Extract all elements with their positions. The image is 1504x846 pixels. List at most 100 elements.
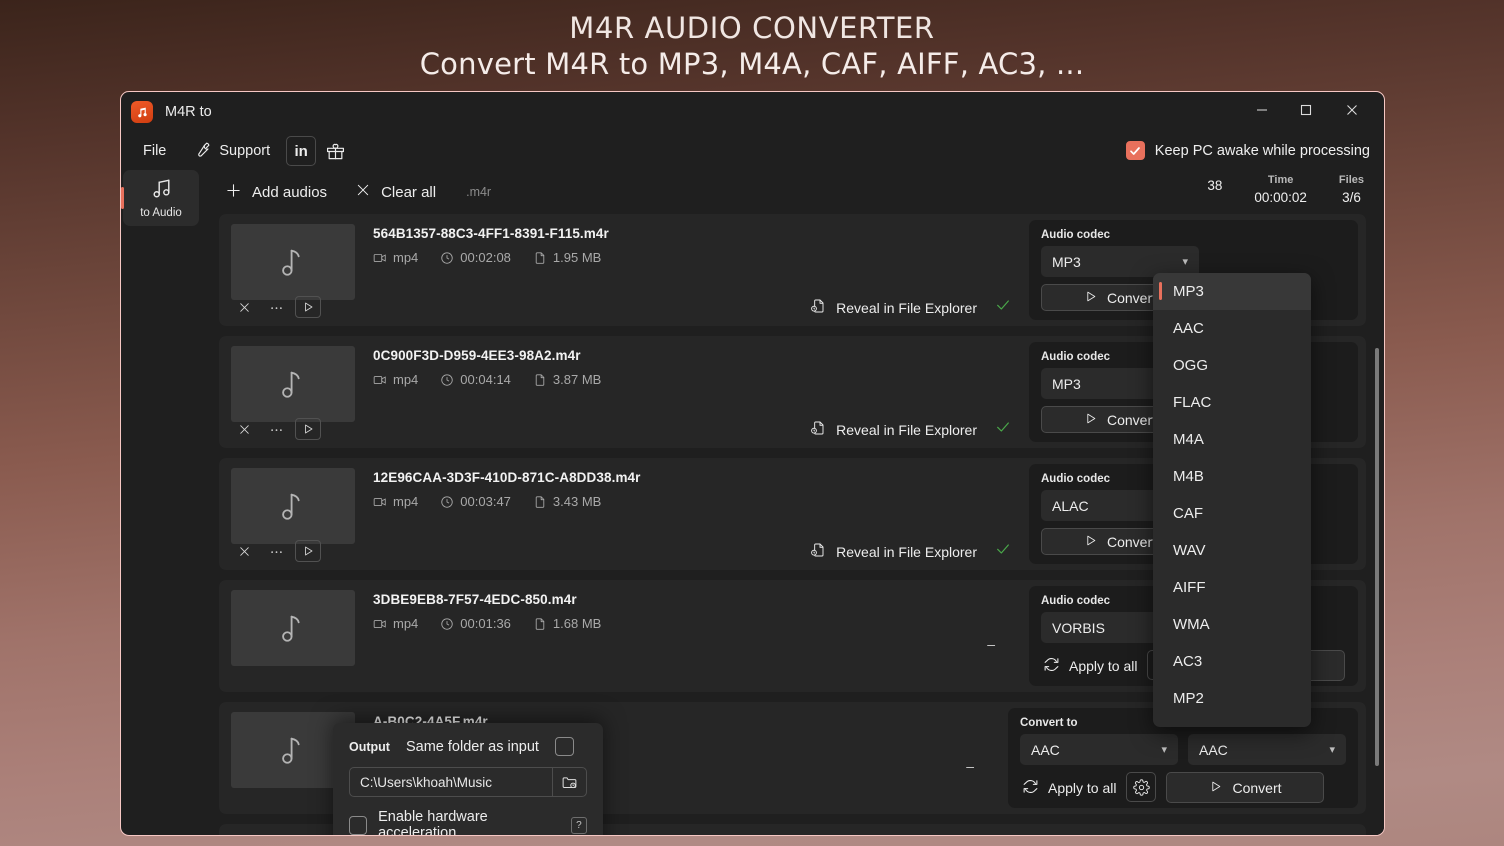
dropdown-option-wma[interactable]: WMA: [1153, 606, 1311, 643]
linkedin-icon[interactable]: in: [286, 136, 316, 166]
convert-label: Convert: [1107, 412, 1156, 428]
file-row-left: 564B1357-88C3-4FF1-8391-F115.m4r mp4 00:…: [219, 214, 1029, 326]
hardware-acceleration-row[interactable]: Enable hardware acceleration ?: [349, 809, 587, 836]
active-indicator: [121, 187, 124, 209]
remove-file-button[interactable]: [231, 296, 257, 318]
dropdown-option-wav[interactable]: WAV: [1153, 532, 1311, 569]
file-format: mp4: [373, 494, 418, 509]
sidebar: to Audio: [121, 170, 201, 836]
play-button[interactable]: [295, 540, 321, 562]
convert-button[interactable]: Convert: [1166, 772, 1324, 803]
more-options-button[interactable]: [263, 296, 289, 318]
settings-gear-icon[interactable]: [1126, 772, 1156, 802]
menu-support[interactable]: Support: [182, 135, 282, 168]
reveal-in-explorer-button[interactable]: Reveal in File Explorer: [810, 419, 1011, 440]
dropdown-option-caf[interactable]: CAF: [1153, 495, 1311, 532]
file-info: 564B1357-88C3-4FF1-8391-F115.m4r mp4 00:…: [373, 224, 609, 326]
remove-file-button[interactable]: [231, 540, 257, 562]
dropdown-option-ac3[interactable]: AC3: [1153, 643, 1311, 680]
dropdown-option-aiff[interactable]: AIFF: [1153, 569, 1311, 606]
vertical-scrollbar[interactable]: [1375, 348, 1379, 766]
add-audios-button[interactable]: Add audios: [213, 175, 339, 210]
file-row-left: 0C900F3D-D959-4EE3-98A2.m4r mp4 00:04:14: [219, 336, 1029, 448]
file-name: 564B1357-88C3-4FF1-8391-F115.m4r: [373, 226, 609, 241]
gift-icon[interactable]: [320, 136, 350, 166]
dropdown-option-flac[interactable]: FLAC: [1153, 384, 1311, 421]
help-icon[interactable]: ?: [571, 817, 587, 834]
sidebar-item-to-audio[interactable]: to Audio: [123, 170, 199, 226]
close-button[interactable]: [1330, 95, 1374, 125]
clear-all-button[interactable]: Clear all: [343, 175, 448, 209]
more-options-button[interactable]: [263, 418, 289, 440]
stat-time: Time 00:00:02: [1254, 174, 1307, 205]
more-options-button[interactable]: [263, 540, 289, 562]
output-row: Output Same folder as input: [349, 737, 587, 756]
file-duration-label: 00:02:08: [460, 250, 511, 265]
file-row-left: 12E96CAA-3D3F-410D-871C-A8DD38.m4r mp4 0…: [219, 458, 1029, 570]
chevron-down-icon: ▾: [1161, 743, 1167, 756]
file-actions: [231, 296, 321, 318]
clear-all-label: Clear all: [381, 184, 436, 201]
codec-label: Audio codec: [1041, 229, 1199, 241]
menu-file-label: File: [143, 143, 166, 159]
keep-pc-awake-toggle[interactable]: Keep PC awake while processing: [1126, 141, 1370, 160]
play-button[interactable]: [295, 296, 321, 318]
output-path-input[interactable]: C:\Users\khoah\Music: [349, 767, 587, 797]
file-duration-label: 00:01:36: [460, 616, 511, 631]
dropdown-option-mp3[interactable]: MP3: [1153, 273, 1311, 310]
convert-to-select[interactable]: AAC ▾: [1020, 734, 1178, 765]
apply-to-all-button[interactable]: Apply to all: [1041, 650, 1137, 681]
dropdown-option-ogg[interactable]: OGG: [1153, 347, 1311, 384]
file-format-label: mp4: [393, 616, 418, 631]
file-size-label: 1.68 MB: [553, 616, 601, 631]
file-info: 0C900F3D-D959-4EE3-98A2.m4r mp4 00:04:14: [373, 346, 601, 448]
file-format-label: mp4: [393, 250, 418, 265]
remove-file-button[interactable]: [231, 418, 257, 440]
dropdown-option-aac[interactable]: AAC: [1153, 310, 1311, 347]
reveal-label: Reveal in File Explorer: [836, 422, 977, 438]
menu-file[interactable]: File: [131, 137, 178, 165]
music-note-icon: [150, 177, 173, 205]
title-bar: M4R to: [121, 92, 1384, 132]
folder-open-icon[interactable]: [552, 768, 586, 796]
file-duration-label: 00:03:47: [460, 494, 511, 509]
refresh-icon: [1022, 778, 1039, 798]
status-check-icon: [995, 419, 1011, 440]
stat-time-value: 00:00:02: [1254, 190, 1307, 205]
file-size-label: 3.87 MB: [553, 372, 601, 387]
minimize-button[interactable]: [1240, 95, 1284, 125]
wrench-icon: [194, 141, 211, 162]
linkedin-label: in: [295, 143, 308, 160]
output-settings-popup[interactable]: Output Same folder as input C:\Users\kho…: [333, 723, 603, 836]
maximize-button[interactable]: [1284, 95, 1328, 125]
dropdown-option-mp2[interactable]: MP2: [1153, 680, 1311, 717]
dropdown-option-m4a[interactable]: M4A: [1153, 421, 1311, 458]
dropdown-option-m4b[interactable]: M4B: [1153, 458, 1311, 495]
apply-to-all-button[interactable]: Apply to all: [1020, 772, 1116, 803]
convert-to-dropdown-menu[interactable]: MP3 AAC OGG FLAC M4A M4B CAF WAV AIFF WM…: [1153, 273, 1311, 727]
file-reveal-icon: [810, 420, 826, 439]
output-path-value: C:\Users\khoah\Music: [360, 775, 492, 790]
audio-codec-select[interactable]: AAC ▾: [1188, 734, 1346, 765]
same-folder-checkbox[interactable]: [555, 737, 574, 756]
toolbar: Add audios Clear all .m4r 38 Time: [201, 170, 1384, 214]
file-duration: 00:03:47: [440, 494, 511, 509]
file-format: mp4: [373, 372, 418, 387]
reveal-in-explorer-button[interactable]: Reveal in File Explorer: [810, 541, 1011, 562]
codec-col: Audio codec MP3 ▾: [1041, 229, 1199, 277]
convert-label: Convert: [1107, 534, 1156, 550]
hardware-acceleration-label: Enable hardware acceleration: [378, 809, 560, 836]
keep-pc-awake-label: Keep PC awake while processing: [1155, 143, 1370, 159]
extension-label: .m4r: [466, 185, 491, 199]
file-thumbnail: [231, 224, 355, 300]
dropdown-option-amr[interactable]: AMR: [1153, 717, 1311, 727]
stat-files-value: 3/6: [1339, 190, 1364, 205]
reveal-in-explorer-button[interactable]: Reveal in File Explorer: [810, 297, 1011, 318]
file-meta: mp4 00:01:36 1.68 MB: [373, 616, 601, 631]
hardware-acceleration-checkbox[interactable]: [349, 816, 367, 835]
play-button[interactable]: [295, 418, 321, 440]
audio-codec-value: MP3: [1052, 254, 1081, 270]
file-thumbnail: [231, 468, 355, 544]
reveal-label: Reveal in File Explorer: [836, 300, 977, 316]
play-icon: [1084, 412, 1097, 428]
